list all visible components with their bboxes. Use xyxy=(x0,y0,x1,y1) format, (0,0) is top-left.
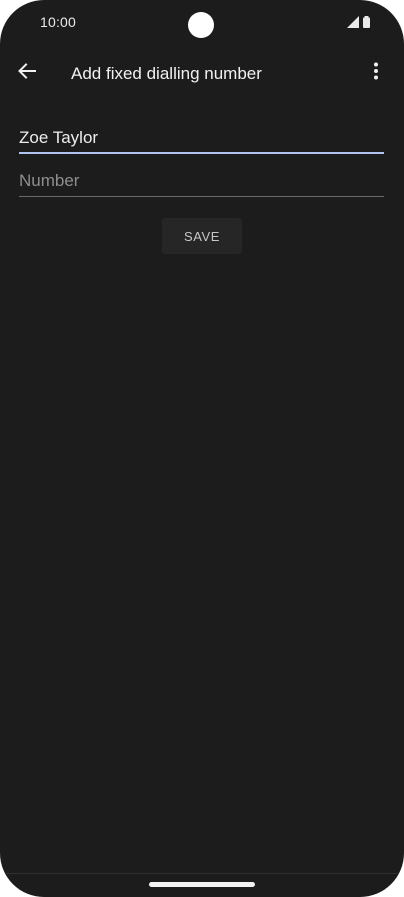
app-bar: Add fixed dialling number xyxy=(0,50,404,96)
name-field-underline xyxy=(19,152,384,154)
signal-icon xyxy=(347,16,359,28)
status-time: 10:00 xyxy=(40,14,77,30)
camera-cutout xyxy=(188,12,214,38)
number-field xyxy=(19,167,384,197)
number-field-underline xyxy=(19,196,384,197)
name-input[interactable] xyxy=(19,124,384,154)
battery-icon xyxy=(363,16,370,28)
home-indicator[interactable] xyxy=(149,882,255,887)
back-button[interactable] xyxy=(14,60,40,86)
more-vert-icon xyxy=(373,62,379,85)
name-field xyxy=(19,124,384,154)
save-button[interactable]: SAVE xyxy=(162,218,242,254)
status-bar: 10:00 xyxy=(0,0,404,46)
arrow-back-icon xyxy=(18,62,36,84)
number-input[interactable] xyxy=(19,167,384,197)
more-options-button[interactable] xyxy=(364,60,388,86)
status-icons xyxy=(347,16,370,28)
phone-screen: 10:00 Add fixed dialling number Zoe Tayl… xyxy=(0,0,404,897)
bottom-divider xyxy=(0,873,404,874)
page-title: Add fixed dialling number xyxy=(71,64,262,83)
